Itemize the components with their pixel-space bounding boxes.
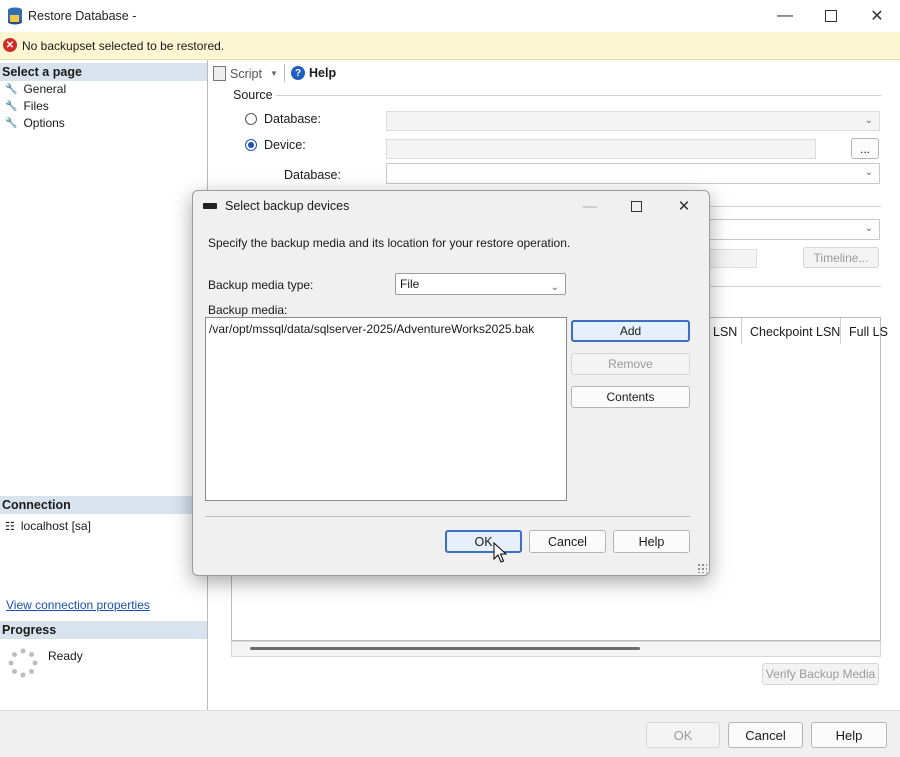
connection-server-label: localhost [sa] (20, 519, 91, 533)
chevron-down-icon: ⌄ (864, 115, 873, 126)
scrollbar-thumb[interactable] (250, 647, 640, 650)
title-bar: Restore Database - — ✕ (0, 0, 900, 32)
page-item-general[interactable]: 🔧 General (5, 82, 66, 96)
page-item-label: General (23, 82, 67, 96)
dialog-title: Select backup devices (225, 199, 350, 213)
page-item-files[interactable]: 🔧 Files (5, 99, 49, 113)
media-type-value: File (400, 277, 420, 291)
minimize-button[interactable]: — (762, 0, 808, 32)
restore-plan-line (708, 286, 881, 287)
device-database-label: Database: (284, 168, 341, 182)
error-message: No backupset selected to be restored. (22, 39, 225, 53)
minimize-icon: — (582, 197, 598, 215)
device-radio[interactable] (245, 139, 257, 151)
backup-media-label: Backup media: (208, 303, 288, 317)
list-item[interactable]: /var/opt/mssql/data/sqlserver-2025/Adven… (209, 322, 534, 336)
mouse-pointer-icon (493, 542, 507, 563)
database-radio-label: Database: (264, 112, 321, 126)
grid-column-header[interactable]: LSN (713, 325, 737, 339)
help-button[interactable]: ? Help (291, 66, 336, 80)
dialog-ok-button[interactable]: OK (445, 530, 522, 553)
wrench-icon: 🔧 (5, 100, 18, 112)
maximize-button[interactable] (808, 0, 854, 32)
page-item-options[interactable]: 🔧 Options (5, 116, 65, 130)
column-divider (840, 318, 841, 344)
dialog-help-button[interactable]: Help (613, 530, 690, 553)
device-database-select[interactable]: ⌄ (386, 163, 880, 184)
help-label: Help (309, 66, 337, 80)
restore-to-select[interactable]: ⌄ (700, 219, 880, 240)
dialog-separator (205, 516, 690, 517)
contents-button[interactable]: Contents (571, 386, 690, 408)
server-connection-icon: ☷ (5, 520, 15, 533)
grid-column-header[interactable]: Checkpoint LSN (750, 325, 840, 339)
close-icon: ✕ (677, 198, 691, 215)
script-button[interactable]: Script ▼ (213, 66, 278, 81)
connection-server: ☷ localhost [sa] (5, 519, 91, 533)
select-page-header: Select a page (0, 63, 207, 81)
media-type-label: Backup media type: (208, 278, 314, 292)
remove-button[interactable]: Remove (571, 353, 690, 375)
error-banner: ✕ No backupset selected to be restored. (0, 32, 900, 60)
close-icon: ✕ (870, 8, 884, 25)
toolbar-divider (284, 64, 285, 82)
maximize-icon (630, 200, 642, 212)
view-connection-properties-link[interactable]: View connection properties (6, 598, 150, 612)
wrench-icon: 🔧 (5, 83, 18, 95)
device-path-field[interactable] (386, 139, 816, 159)
dialog-minimize-button[interactable]: — (567, 191, 613, 221)
chevron-down-icon: ⌄ (550, 282, 559, 293)
chevron-down-icon: ⌄ (864, 223, 873, 234)
dialog-cancel-button[interactable]: Cancel (529, 530, 606, 553)
dialog-maximize-button[interactable] (613, 191, 659, 221)
page-item-label: Files (23, 99, 49, 113)
tape-device-icon (203, 203, 217, 209)
timeline-button[interactable]: Timeline... (803, 247, 879, 268)
help-icon: ? (291, 66, 305, 80)
database-radio[interactable] (245, 113, 257, 125)
maximize-icon (825, 10, 837, 22)
connection-header: Connection (0, 496, 207, 514)
backup-media-list[interactable]: /var/opt/mssql/data/sqlserver-2025/Adven… (205, 317, 567, 501)
select-backup-devices-dialog: Select backup devices — ✕ Specify the ba… (192, 190, 710, 576)
dialog-close-button[interactable]: ✕ (661, 191, 707, 221)
chevron-down-icon: ⌄ (864, 167, 873, 178)
source-database-select[interactable]: ⌄ (386, 111, 880, 131)
database-app-icon (8, 7, 22, 25)
browse-devices-button[interactable]: ... (851, 138, 879, 159)
script-label: Script (230, 66, 262, 81)
verify-backup-media-button[interactable]: Verify Backup Media (762, 663, 879, 685)
dialog-instructions: Specify the backup media and its locatio… (208, 236, 571, 250)
left-pane: Select a page 🔧 General 🔧 Files 🔧 Option… (0, 60, 208, 710)
chevron-down-icon: ▼ (269, 69, 278, 78)
close-button[interactable]: ✕ (854, 0, 900, 32)
progress-status: Ready (48, 649, 83, 663)
wrench-icon: 🔧 (5, 117, 18, 129)
device-radio-label: Device: (264, 138, 306, 152)
grid-column-header[interactable]: Full LS (849, 325, 888, 339)
help-footer-button[interactable]: Help (811, 722, 887, 748)
progress-header: Progress (0, 621, 207, 639)
media-type-select[interactable]: File ⌄ (395, 273, 566, 295)
dialog-title-bar: Select backup devices (203, 199, 349, 213)
cancel-button[interactable]: Cancel (728, 722, 803, 748)
destination-group-line (708, 206, 881, 207)
ok-button[interactable]: OK (646, 722, 720, 748)
resize-grip-icon[interactable] (697, 563, 707, 573)
script-icon (213, 66, 226, 81)
add-button[interactable]: Add (571, 320, 690, 342)
minimize-icon: — (777, 7, 793, 24)
grid-horizontal-scrollbar[interactable] (231, 641, 881, 657)
error-icon: ✕ (3, 38, 17, 52)
progress-spinner-icon (8, 648, 38, 678)
source-group-line (276, 95, 881, 96)
window-title: Restore Database - (28, 9, 137, 23)
column-divider (741, 318, 742, 344)
source-group-label: Source (233, 88, 273, 102)
page-item-label: Options (23, 116, 65, 130)
